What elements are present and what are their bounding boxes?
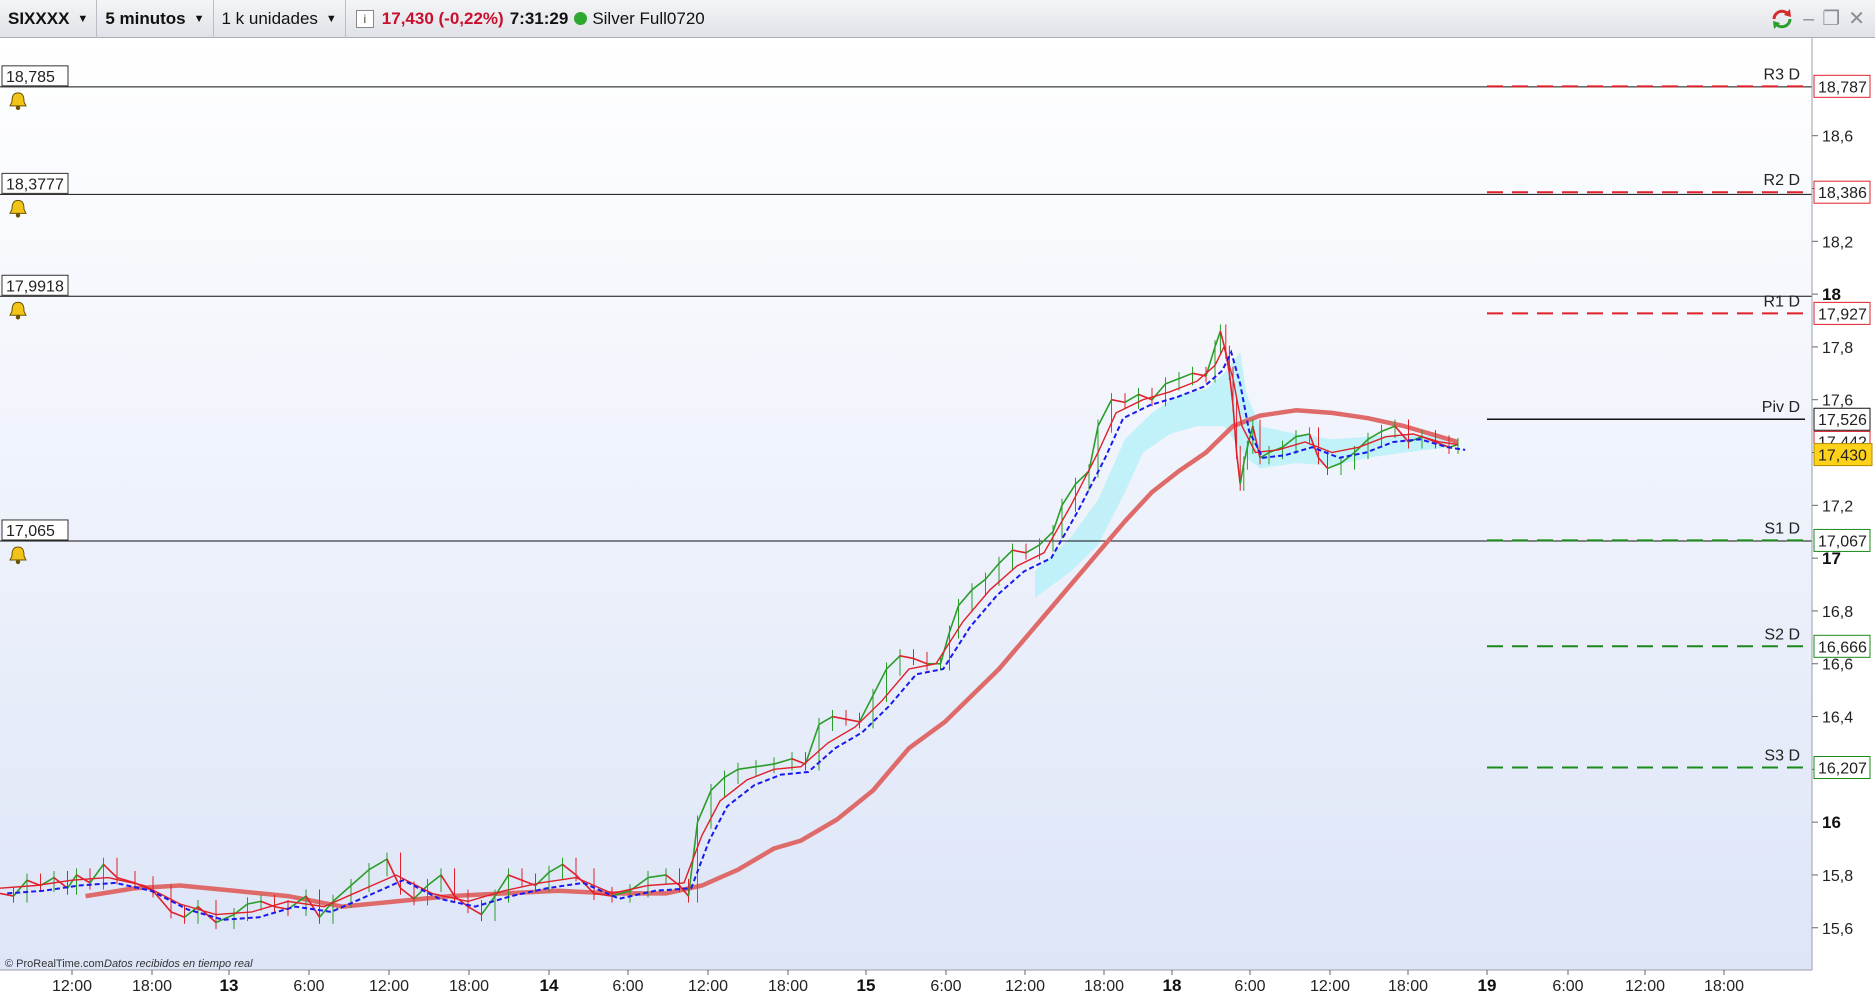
y-tick-label: 16,8 [1822, 604, 1853, 621]
plot-background [0, 38, 1812, 970]
price-chart[interactable]: 18,785 18,3777 17,9918 17,065 R3 D R2 D R1 D P… [0, 38, 1875, 1000]
bell-clapper [15, 213, 21, 218]
x-tick-label: 6:00 [612, 978, 643, 995]
pivot-name: Piv D [1762, 399, 1800, 416]
x-tick-label: 6:00 [930, 978, 961, 995]
restore-icon[interactable]: ❐ [1822, 7, 1840, 31]
x-tick-label: 18:00 [1704, 978, 1744, 995]
y-tick-label: 16 [1822, 813, 1841, 832]
x-tick-label: 18:00 [132, 978, 172, 995]
y-tick-label: 17 [1822, 549, 1841, 568]
alert-label: 18,785 [6, 69, 55, 86]
x-tick-label: 12:00 [1005, 978, 1045, 995]
x-tick-label: 6:00 [293, 978, 324, 995]
x-tick-label: 6:00 [1234, 978, 1265, 995]
y-tick-label: 17,8 [1822, 340, 1853, 357]
x-tick-label: 18:00 [1084, 978, 1124, 995]
close-icon[interactable]: ✕ [1848, 7, 1865, 31]
bell-clapper [15, 315, 21, 320]
instrument-selector[interactable]: SIXXXX ▼ [0, 0, 98, 38]
y-tick-label: 16,6 [1822, 657, 1853, 674]
x-tick-label: 19 [1478, 976, 1497, 995]
chart-toolbar: SIXXXX ▼ 5 minutos ▼ 1 k unidades ▼ i 17… [0, 0, 1875, 38]
window-controls: – ❐ ✕ [1769, 6, 1865, 32]
x-tick-label: 12:00 [1310, 978, 1350, 995]
minimize-icon[interactable]: – [1803, 7, 1814, 31]
realtime-note: Datos recibidos en tiempo real [104, 958, 253, 970]
pivot-name: S2 D [1764, 626, 1800, 643]
x-tick-label: 18 [1163, 976, 1182, 995]
bell-clapper [15, 105, 21, 111]
pivot-axis-label: 16,666 [1818, 639, 1867, 656]
pivot-name: R3 D [1764, 66, 1800, 83]
y-tick-label: 18,6 [1822, 129, 1853, 146]
alert-label: 17,065 [6, 523, 55, 540]
bell-clapper [15, 559, 21, 565]
y-tick-label: 18,2 [1822, 234, 1853, 251]
timeframe-label: 5 minutos [105, 8, 186, 28]
sync-icon[interactable] [1769, 6, 1795, 32]
connection-status-icon [574, 12, 588, 25]
trading-chart-window: SIXXXX ▼ 5 minutos ▼ 1 k unidades ▼ i 17… [0, 0, 1875, 1000]
x-tick-label: 18:00 [1388, 978, 1428, 995]
y-tick-label: 15,8 [1822, 868, 1853, 885]
x-tick-label: 6:00 [1552, 978, 1583, 995]
pivot-axis-label: 18,386 [1818, 185, 1867, 202]
status-label: Silver Full0720 [592, 8, 705, 28]
chevron-down-icon: ▼ [325, 12, 337, 25]
x-tick-label: 13 [220, 976, 239, 995]
pivot-axis-label: 18,787 [1818, 79, 1867, 96]
quote-time: 7:31:29 [509, 8, 569, 28]
instrument-label: SIXXXX [8, 8, 70, 28]
pivot-name: R2 D [1764, 172, 1800, 189]
info-icon[interactable]: i [355, 9, 374, 28]
last-price-label: 17,430 [1818, 448, 1867, 465]
pivot-axis-label: 17,526 [1818, 412, 1867, 429]
chevron-down-icon: ▼ [193, 12, 205, 25]
chevron-down-icon: ▼ [77, 12, 89, 25]
x-tick-label: 15 [857, 976, 876, 995]
y-tick-label: 16,4 [1822, 710, 1853, 727]
y-tick-label: 17,2 [1822, 498, 1853, 515]
timeframe-selector[interactable]: 5 minutos ▼ [97, 0, 214, 38]
pivot-axis-label: 17,927 [1818, 306, 1867, 323]
copyright-text: © ProRealTime.com [5, 958, 104, 970]
units-label: 1 k unidades [221, 8, 318, 28]
price-change: 17,430 (-0,22%) [381, 8, 504, 28]
pivot-axis-label: 17,067 [1818, 533, 1867, 550]
pivot-name: R1 D [1764, 293, 1800, 310]
y-tick-label: 18 [1822, 285, 1841, 304]
x-tick-label: 12:00 [52, 978, 92, 995]
x-tick-label: 18:00 [768, 978, 808, 995]
units-selector[interactable]: 1 k unidades ▼ [214, 0, 346, 38]
pivot-name: S1 D [1764, 520, 1800, 537]
x-tick-label: 14 [540, 976, 559, 995]
pivot-axis-label: 16,207 [1818, 760, 1867, 777]
pivot-name: S3 D [1764, 747, 1800, 764]
alert-label: 17,9918 [6, 278, 64, 295]
alert-label: 18,3777 [6, 176, 64, 193]
x-tick-label: 18:00 [449, 978, 489, 995]
x-tick-label: 12:00 [688, 978, 728, 995]
x-tick-label: 12:00 [369, 978, 409, 995]
y-tick-label: 15,6 [1822, 921, 1853, 938]
x-tick-label: 12:00 [1625, 978, 1665, 995]
y-tick-label: 17,6 [1822, 393, 1853, 410]
